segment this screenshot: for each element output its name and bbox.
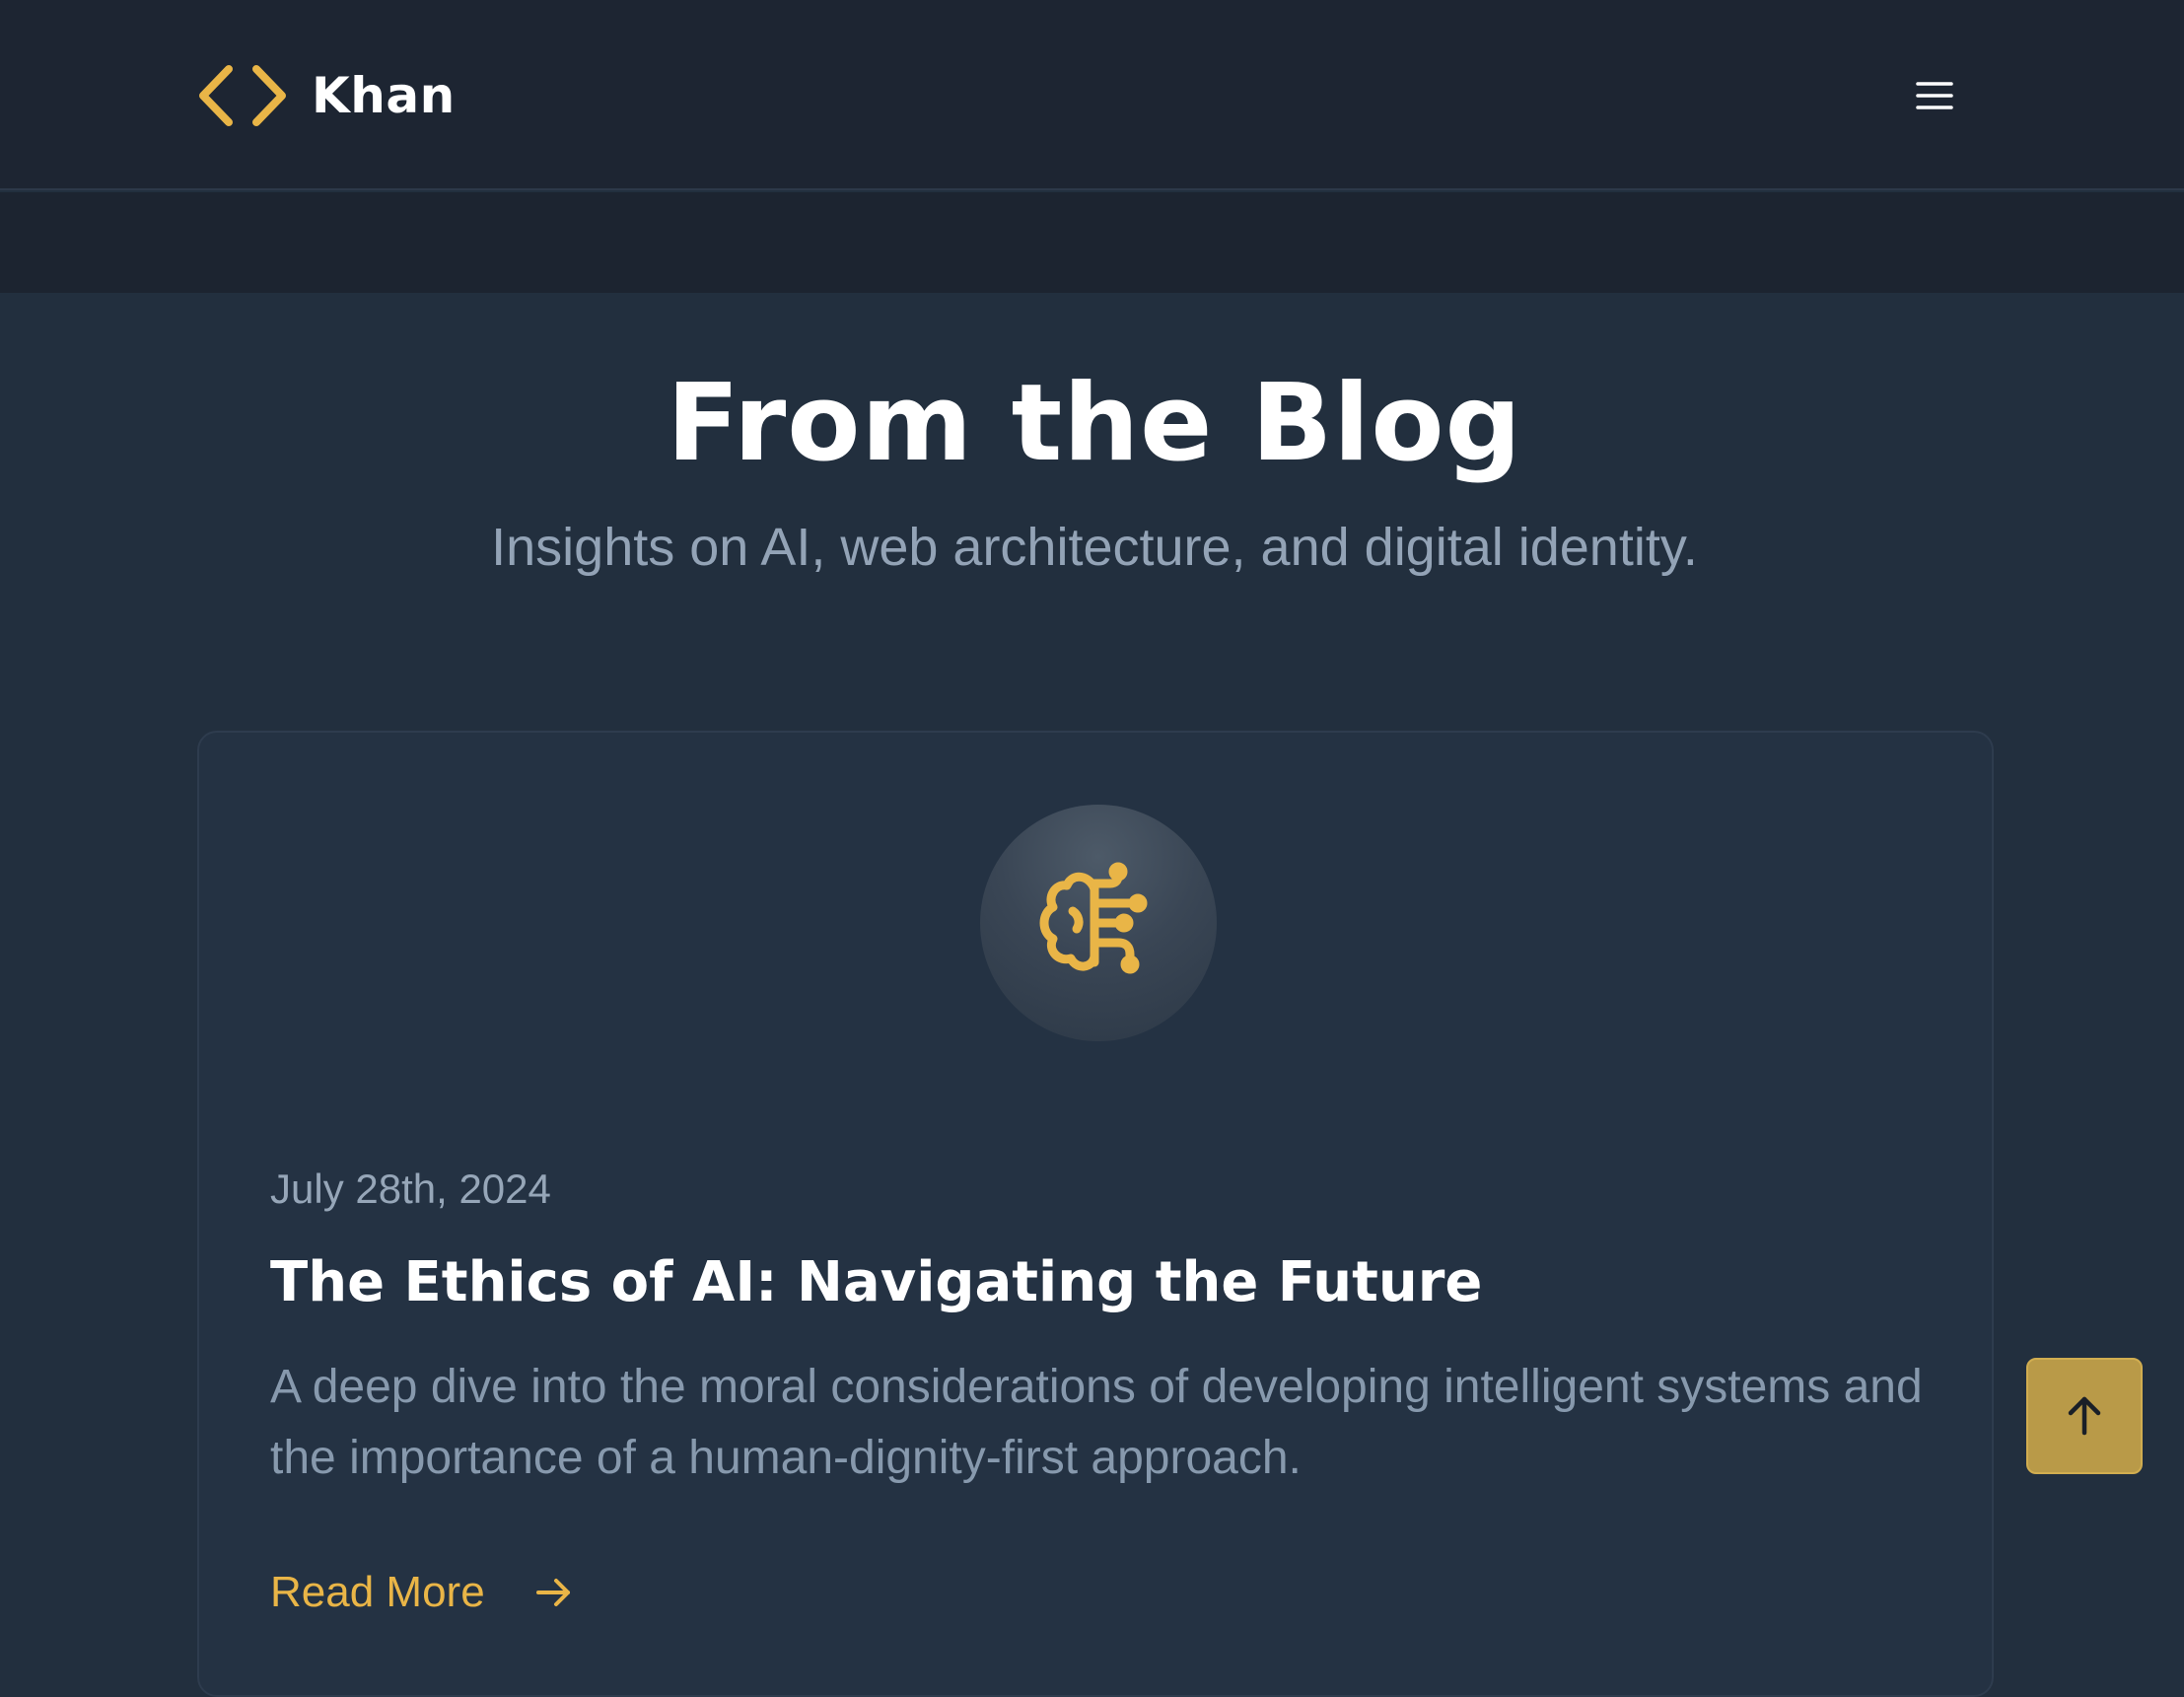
- arrow-right-icon: [535, 1579, 570, 1606]
- arrow-up-icon: [2068, 1396, 2101, 1436]
- page-subtitle: Insights on AI, web architecture, and di…: [491, 518, 1698, 577]
- header-band: [0, 192, 2184, 293]
- brand-logo[interactable]: Khan: [195, 61, 456, 130]
- scroll-to-top-button[interactable]: [2026, 1358, 2143, 1474]
- code-brackets-icon: [199, 65, 286, 126]
- post-excerpt: A deep dive into the moral consideration…: [270, 1361, 1923, 1484]
- brand-name: Khan: [312, 67, 456, 124]
- post-title[interactable]: The Ethics of AI: Navigating the Future: [270, 1247, 1946, 1318]
- brain-circuit-icon: [1039, 862, 1148, 974]
- menu-button[interactable]: [1913, 71, 1956, 120]
- read-more-label: Read More: [270, 1568, 485, 1616]
- post-date: July 28th, 2024: [270, 1166, 551, 1212]
- blog-post-card: July 28th, 2024 The Ethics of AI: Naviga…: [197, 731, 1994, 1697]
- site-header: Khan: [0, 0, 2184, 190]
- read-more-link[interactable]: Read More: [270, 1563, 576, 1622]
- page-title: From the Blog: [667, 362, 1522, 485]
- post-icon-badge: [980, 805, 1217, 1041]
- hamburger-menu-icon: [1916, 82, 1953, 109]
